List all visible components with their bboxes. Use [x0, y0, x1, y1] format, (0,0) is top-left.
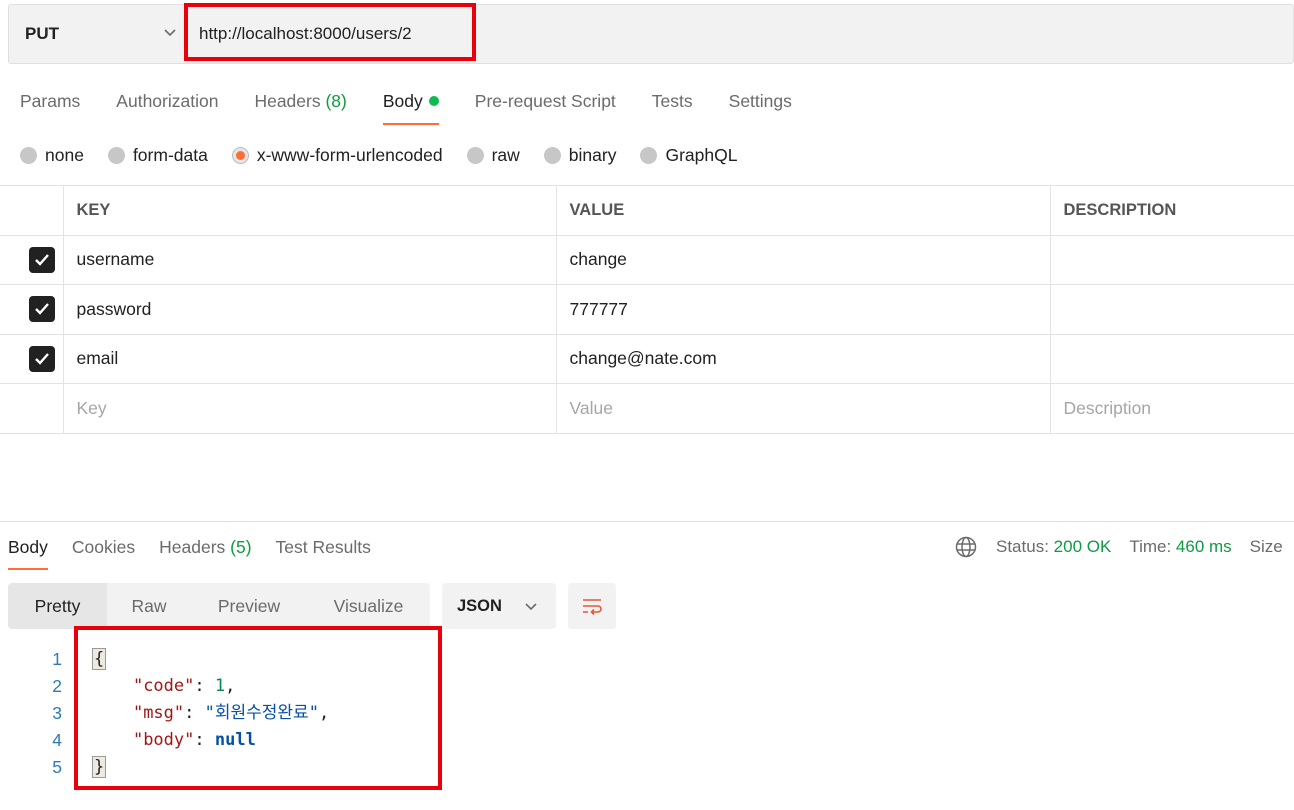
wrap-lines-button[interactable]: [568, 583, 616, 629]
row-key[interactable]: password: [63, 284, 557, 335]
row-description[interactable]: [1050, 234, 1294, 285]
radio-x-www-form-urlencoded[interactable]: x-www-form-urlencoded: [231, 145, 443, 166]
line-number: 2: [52, 676, 62, 696]
row-value[interactable]: 777777: [556, 284, 1051, 335]
table-row: email change@nate.com: [0, 333, 1294, 384]
tab-body[interactable]: Body: [382, 88, 439, 125]
table-header-check: [0, 185, 64, 236]
response-tab-cookies[interactable]: Cookies: [72, 534, 135, 570]
table-header-description: DESCRIPTION: [1050, 185, 1294, 236]
headers-count: (8): [325, 91, 347, 111]
row-key[interactable]: email: [63, 333, 557, 384]
time-label: Time:: [1129, 537, 1172, 556]
new-value-input[interactable]: Value: [556, 383, 1051, 434]
tab-headers[interactable]: Headers (8): [254, 88, 346, 124]
chevron-down-icon: [525, 603, 537, 611]
checkmark-icon: [35, 303, 49, 315]
response-headers-count: (5): [230, 537, 252, 557]
method-select[interactable]: PUT: [9, 5, 185, 63]
response-tab-body[interactable]: Body: [8, 534, 48, 570]
row-value[interactable]: change@nate.com: [556, 333, 1051, 384]
checkmark-icon: [35, 352, 49, 365]
form-params-table: KEY VALUE DESCRIPTION username change pa…: [0, 185, 1294, 434]
chevron-down-icon: [164, 29, 176, 37]
line-number: 5: [52, 757, 62, 777]
format-select[interactable]: JSON: [442, 583, 556, 629]
row-key[interactable]: username: [63, 234, 557, 285]
new-description-input[interactable]: Description: [1050, 383, 1294, 434]
body-type-radios: none form-data x-www-form-urlencoded raw…: [20, 142, 761, 168]
response-tab-test-results[interactable]: Test Results: [276, 534, 371, 570]
radio-form-data[interactable]: form-data: [107, 145, 208, 166]
radio-circle-icon: [107, 146, 125, 164]
tab-settings[interactable]: Settings: [729, 88, 792, 124]
radio-binary[interactable]: binary: [543, 145, 616, 166]
line-number: 4: [52, 730, 62, 750]
size-label[interactable]: Size: [1250, 537, 1283, 557]
response-tabs: Body Cookies Headers (5) Test Results: [8, 534, 395, 570]
checkmark-icon: [35, 253, 49, 266]
globe-icon[interactable]: [954, 535, 978, 559]
line-number: 1: [52, 649, 62, 669]
view-pretty-button[interactable]: Pretty: [8, 583, 107, 629]
status-value[interactable]: 200 OK: [1054, 537, 1112, 557]
line-number: 3: [52, 703, 62, 723]
radio-selected-icon: [231, 146, 249, 164]
tab-tests[interactable]: Tests: [652, 88, 693, 124]
view-preview-button[interactable]: Preview: [191, 583, 307, 629]
time-value[interactable]: 460 ms: [1176, 537, 1232, 557]
status-label: Status:: [996, 537, 1049, 556]
format-label: JSON: [457, 596, 502, 615]
radio-circle-icon: [640, 146, 658, 164]
row-description[interactable]: [1050, 284, 1294, 335]
row-description[interactable]: [1050, 333, 1294, 384]
tab-authorization[interactable]: Authorization: [116, 88, 218, 124]
radio-raw[interactable]: raw: [466, 145, 520, 166]
radio-circle-icon: [543, 146, 561, 164]
table-header-key: KEY: [63, 185, 557, 236]
radio-none[interactable]: none: [20, 145, 84, 166]
view-mode-segmented: Pretty Raw Preview Visualize: [8, 583, 430, 629]
row-checkbox[interactable]: [29, 296, 55, 323]
new-key-input[interactable]: Key: [63, 383, 557, 434]
radio-circle-icon: [20, 146, 37, 164]
body-active-dot-icon: [428, 96, 439, 106]
table-header-row: KEY VALUE DESCRIPTION: [0, 185, 1294, 236]
table-row: username change: [0, 234, 1294, 285]
table-row: password 777777: [0, 284, 1294, 335]
response-tab-headers[interactable]: Headers (5): [159, 534, 251, 570]
row-checkbox[interactable]: [29, 246, 55, 273]
table-row-new: Key Value Description: [0, 383, 1294, 434]
response-highlight-box: [74, 626, 442, 790]
response-meta: Status: 200 OK Time: 460 ms Size: [954, 534, 1283, 560]
url-highlight-box: [184, 3, 476, 61]
view-visualize-button[interactable]: Visualize: [307, 583, 430, 629]
view-raw-button[interactable]: Raw: [107, 583, 191, 629]
row-value[interactable]: change: [556, 234, 1051, 285]
response-divider: [0, 521, 1294, 522]
row-checkbox[interactable]: [29, 345, 55, 372]
radio-graphql[interactable]: GraphQL: [640, 145, 737, 166]
wrap-lines-icon: [583, 599, 602, 616]
radio-circle-icon: [466, 146, 484, 164]
request-tabs: Params Authorization Headers (8) Body Pr…: [20, 88, 828, 128]
table-header-value: VALUE: [556, 185, 1051, 236]
method-label: PUT: [25, 24, 59, 43]
tab-params[interactable]: Params: [20, 88, 80, 124]
tab-pre-request-script[interactable]: Pre-request Script: [475, 88, 616, 124]
